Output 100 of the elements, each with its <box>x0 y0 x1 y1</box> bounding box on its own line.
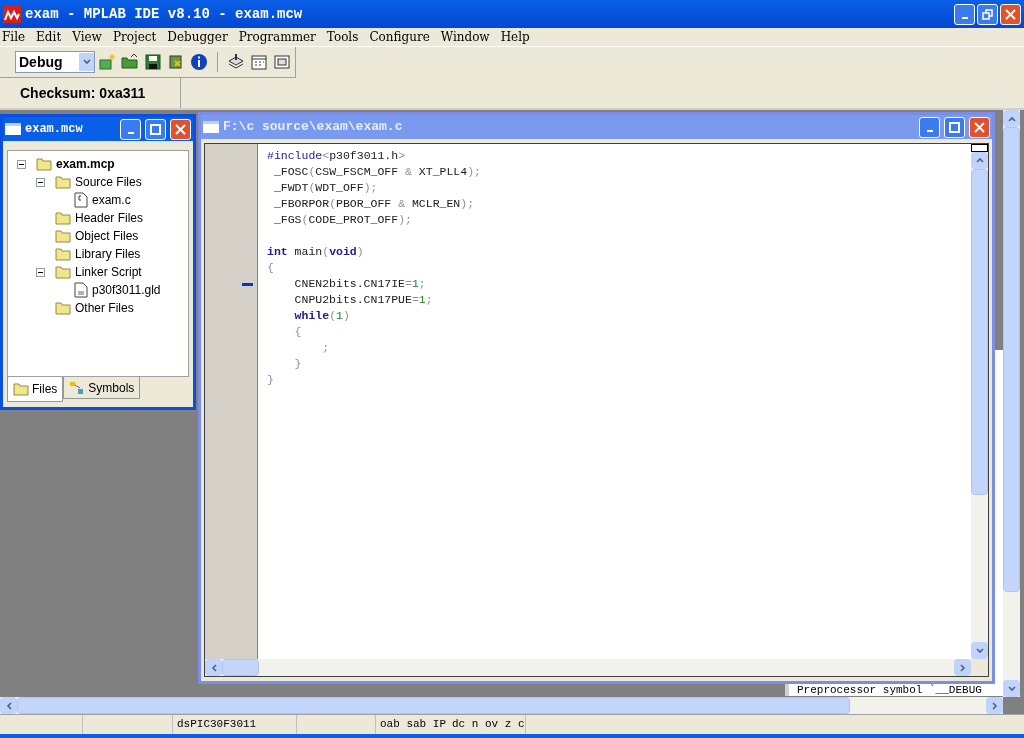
folder-icon <box>55 229 71 243</box>
caret-icon <box>4 701 13 710</box>
code-line: } <box>293 357 302 370</box>
caret-icon <box>209 663 218 672</box>
menu-item[interactable]: Edit <box>36 28 62 46</box>
chip-icon[interactable] <box>167 53 185 72</box>
new-project-icon[interactable] <box>98 53 116 72</box>
menu-item[interactable]: Window <box>440 28 490 46</box>
maximize-button[interactable] <box>145 118 166 140</box>
code-line: _FOSC(CSW_FSCM_OFF & XT_PLL4); <box>272 165 481 178</box>
tree-item[interactable]: p30f3011.gld <box>92 281 161 299</box>
folder-icon <box>55 247 71 261</box>
code-line: #include<p30f3011.h> <box>267 149 406 162</box>
panel-tab[interactable]: Symbols <box>63 377 141 399</box>
horizontal-scrollbar[interactable] <box>205 659 971 676</box>
status-text: dsPIC30F3011 <box>176 717 258 733</box>
collapse-toggle[interactable] <box>35 177 45 187</box>
restore-button[interactable] <box>977 3 998 25</box>
code-line: CNPU2bits.CN17PUE=1; <box>293 293 433 306</box>
code-line: _FWDT(WDT_OFF); <box>272 181 378 194</box>
document-icon <box>74 192 88 208</box>
code-line: { <box>293 325 302 338</box>
window-title: F:\c source\exam\exam.c <box>223 118 404 137</box>
code-line: _FBORPOR(PBOR_OFF & MCLR_EN); <box>272 197 475 210</box>
menu-item[interactable]: Programmer <box>238 28 316 46</box>
code-line: int main(void) <box>267 245 364 258</box>
scroll-thumb[interactable] <box>17 697 851 714</box>
close-button[interactable] <box>969 116 990 138</box>
code-line: } <box>267 373 274 386</box>
split-handle[interactable] <box>971 144 988 152</box>
tree-item[interactable]: exam.mcp <box>56 155 115 173</box>
grid-icon[interactable] <box>250 53 268 72</box>
maximize-button[interactable] <box>944 116 965 138</box>
tree-item[interactable]: exam.c <box>92 191 131 209</box>
close-button[interactable] <box>1000 3 1021 25</box>
maximize-icon <box>150 123 161 135</box>
folder-icon <box>13 382 29 396</box>
symbols-icon <box>69 379 86 396</box>
collapse-toggle[interactable] <box>35 267 45 277</box>
close-button[interactable] <box>170 118 191 140</box>
window-icon <box>5 123 21 135</box>
window-title: exam.mcw <box>25 121 84 138</box>
scroll-thumb[interactable] <box>971 168 988 496</box>
folder-icon <box>55 301 71 315</box>
checksum-text: Checksum: 0xa311 <box>20 83 146 103</box>
app-logo-icon <box>3 5 21 23</box>
tree-item[interactable]: Object Files <box>75 227 139 245</box>
window-icon[interactable] <box>273 53 291 72</box>
tree-item[interactable]: Library Files <box>75 245 141 263</box>
menu-item[interactable]: Project <box>112 28 157 46</box>
code-line: _FGS(CODE_PROT_OFF); <box>272 213 412 226</box>
code-line: while(1) <box>293 309 350 322</box>
code-line: { <box>267 261 274 274</box>
restore-icon <box>982 8 993 20</box>
scroll-thumb[interactable] <box>1003 127 1020 592</box>
status-text: oab sab IP <box>380 717 446 733</box>
minimize-button[interactable] <box>954 3 975 25</box>
vertical-scrollbar[interactable] <box>971 151 988 659</box>
folder-icon <box>55 211 71 225</box>
status-text: dc n ov z c <box>452 717 525 733</box>
caret-icon <box>1007 114 1016 123</box>
vertical-scrollbar[interactable] <box>1003 110 1020 697</box>
minimize-button[interactable] <box>120 118 141 140</box>
panel-tab[interactable]: Files <box>7 377 64 402</box>
close-icon <box>175 123 186 135</box>
build-config-dropdown[interactable]: Debug <box>15 51 95 74</box>
minimize-icon <box>961 16 968 19</box>
window-title: exam - MPLAB IDE v8.10 - exam.mcw <box>25 4 304 24</box>
minimize-icon <box>926 129 933 132</box>
folder-icon <box>55 175 71 189</box>
close-icon <box>974 121 985 133</box>
code-line: ; <box>321 341 330 354</box>
menu-item[interactable]: Help <box>500 28 530 46</box>
tree-item[interactable]: Source Files <box>75 173 142 191</box>
maximize-icon <box>949 121 960 133</box>
tree-item[interactable]: Header Files <box>75 209 144 227</box>
close-icon <box>1005 8 1016 20</box>
menu-item[interactable]: View <box>72 28 102 46</box>
menu-item[interactable]: Debugger <box>167 28 228 46</box>
folder-icon <box>55 265 71 279</box>
menu-item[interactable]: Configure <box>369 28 430 46</box>
info-icon[interactable] <box>190 53 208 72</box>
document-icon <box>74 282 88 298</box>
tree-item[interactable]: Other Files <box>75 299 134 317</box>
dropdown-caret-icon[interactable] <box>82 59 91 66</box>
window-icon <box>203 121 219 133</box>
menu-item[interactable]: Tools <box>326 28 359 46</box>
tree-item[interactable]: Linker Script <box>75 263 142 281</box>
minimize-icon <box>127 131 134 134</box>
scroll-thumb[interactable] <box>222 659 259 676</box>
menu-item[interactable]: File <box>2 28 26 46</box>
output-text: Preprocessor symbol `__DEBUG <box>797 684 982 696</box>
open-folder-icon[interactable] <box>121 53 139 72</box>
caret-icon <box>975 156 984 165</box>
minimize-button[interactable] <box>919 116 940 138</box>
code-line: CNEN2bits.CN17IE=1; <box>293 277 426 290</box>
horizontal-scrollbar[interactable] <box>0 697 1003 714</box>
folder-icon <box>36 157 52 171</box>
collapse-toggle[interactable] <box>16 159 26 169</box>
save-icon[interactable] <box>144 53 162 72</box>
